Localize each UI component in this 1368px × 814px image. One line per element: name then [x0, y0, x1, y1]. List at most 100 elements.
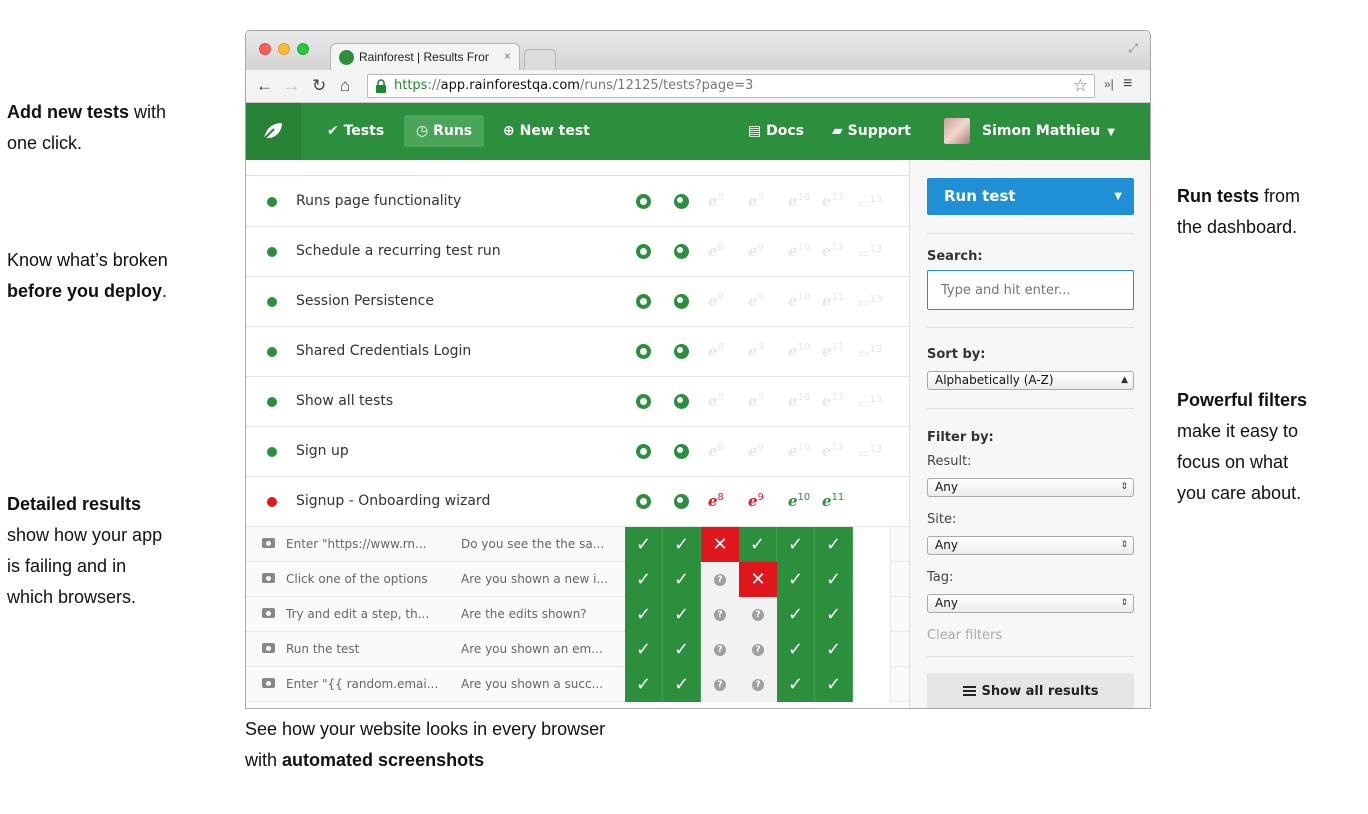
divider — [927, 327, 1134, 328]
sort-select[interactable]: Alphabetically (A-Z) ▲ — [927, 371, 1134, 390]
result-unknown-cell[interactable]: ? — [739, 632, 777, 667]
result-unknown-cell[interactable]: ? — [701, 597, 739, 632]
minimize-window-icon[interactable] — [278, 43, 290, 55]
avatar[interactable] — [944, 118, 970, 144]
site-value: Any — [935, 538, 958, 552]
note-detailed-results: Detailed results show how your app is fa… — [7, 494, 163, 607]
result-pass-cell[interactable]: ✓ — [815, 562, 853, 597]
step-row[interactable]: Try and edit a step, th... Are the edits … — [246, 597, 909, 632]
camera-icon[interactable] — [262, 608, 275, 618]
result-pass-cell[interactable]: ✓ — [663, 667, 701, 702]
nav-runs[interactable]: ◷ Runs — [404, 115, 485, 147]
result-unknown-cell[interactable]: ? — [701, 562, 739, 597]
step-row[interactable]: Enter "https://www.rn... Do you see the t… — [246, 527, 909, 562]
extensions-overflow-icon[interactable]: »| — [1104, 77, 1114, 91]
result-pass-cell[interactable]: ✓ — [777, 632, 815, 667]
step-row[interactable]: Click one of the options Are you shown a … — [246, 562, 909, 597]
nav-support[interactable]: ▰ Support — [820, 115, 923, 147]
url-text: https://app.rainforestqa.com/runs/12125/… — [394, 78, 754, 93]
tag-select[interactable]: Any ⇕ — [927, 594, 1134, 613]
result-pass-cell[interactable]: ✓ — [777, 527, 815, 562]
result-unknown-cell[interactable]: ? — [701, 632, 739, 667]
result-pass-cell[interactable]: ✓ — [625, 667, 663, 702]
camera-icon[interactable] — [262, 573, 275, 583]
result-pass-cell[interactable]: ✓ — [777, 562, 815, 597]
zoom-window-icon[interactable] — [297, 43, 309, 55]
user-menu[interactable]: Simon Mathieu ▼ — [970, 115, 1127, 147]
test-name[interactable]: Runs page functionality — [296, 193, 461, 209]
tab-close-icon[interactable]: × — [504, 49, 511, 63]
camera-icon[interactable] — [262, 538, 275, 548]
result-pass-cell[interactable]: ✓ — [777, 667, 815, 702]
result-empty-cell — [853, 667, 891, 702]
result-pass-cell[interactable]: ✓ — [625, 562, 663, 597]
result-pass-cell[interactable]: ✓ — [815, 667, 853, 702]
test-row[interactable]: Sign up e8 e9 e10 e11 ▭13 — [246, 427, 909, 477]
result-pass-cell[interactable]: ✓ — [815, 632, 853, 667]
search-input[interactable] — [927, 270, 1134, 310]
test-row[interactable]: Session Persistence e8 e9 e10 e11 ▭13 — [246, 277, 909, 327]
camera-icon[interactable] — [262, 678, 275, 688]
note-add-tests: Add new tests with one click. — [7, 102, 167, 153]
result-pass-cell[interactable]: ✓ — [739, 527, 777, 562]
result-unknown-cell[interactable]: ? — [701, 667, 739, 702]
caret-down-icon[interactable]: ▼ — [1114, 178, 1122, 215]
step-row[interactable]: Run the test Are you shown an em... ✓ ✓?? ✓ ✓ — [246, 632, 909, 667]
result-fail-cell[interactable]: ✕ — [739, 562, 777, 597]
ie-icon: e10 — [788, 492, 811, 510]
result-unknown-cell[interactable]: ? — [739, 597, 777, 632]
chrome-icon — [636, 244, 651, 259]
home-icon[interactable]: ⌂ — [340, 76, 350, 96]
result-pass-cell[interactable]: ✓ — [777, 597, 815, 632]
rainforest-logo[interactable] — [246, 103, 301, 160]
test-row[interactable]: Signup - Onboarding wizard e8 e9 e10 e11 — [246, 477, 909, 527]
nav-new-test[interactable]: ⊕ New test — [491, 115, 602, 147]
result-pass-cell[interactable]: ✓ — [815, 527, 853, 562]
result-select[interactable]: Any ⇕ — [927, 478, 1134, 497]
history-icon: ◷ — [416, 123, 434, 139]
test-name[interactable]: Show all tests — [296, 393, 393, 409]
forward-arrow-icon[interactable]: → — [283, 76, 300, 96]
close-window-icon[interactable] — [259, 43, 271, 55]
status-dot-icon — [267, 197, 277, 207]
reload-icon[interactable]: ↻ — [312, 76, 326, 96]
back-arrow-icon[interactable]: ← — [256, 76, 273, 96]
address-bar[interactable]: https://app.rainforestqa.com/runs/12125/… — [367, 74, 1095, 98]
test-row[interactable]: Shared Credentials Login e8 e9 e10 e11 ▭13 — [246, 327, 909, 377]
result-unknown-cell[interactable]: ? — [739, 667, 777, 702]
result-pass-cell[interactable]: ✓ — [625, 527, 663, 562]
new-tab-button[interactable] — [524, 49, 556, 69]
camera-icon[interactable] — [262, 643, 275, 653]
result-pass-cell[interactable]: ✓ — [625, 597, 663, 632]
test-name[interactable]: Shared Credentials Login — [296, 343, 471, 359]
test-name[interactable]: Sign up — [296, 443, 349, 459]
clear-filters-link[interactable]: Clear filters — [927, 628, 1002, 643]
ie-icon: e11 — [822, 242, 845, 260]
nav-docs[interactable]: ▤ Docs — [736, 115, 816, 147]
test-row[interactable]: Show all tests e8 e9 e10 e11 ▭13 — [246, 377, 909, 427]
browser-menu-icon[interactable]: ≡ — [1123, 75, 1132, 93]
result-pass-cell[interactable]: ✓ — [663, 632, 701, 667]
result-pass-cell[interactable]: ✓ — [663, 527, 701, 562]
nav-tests[interactable]: ✔ Tests — [315, 115, 396, 147]
test-name[interactable]: Schedule a recurring test run — [296, 243, 501, 259]
site-select[interactable]: Any ⇕ — [927, 536, 1134, 555]
test-name[interactable]: Signup - Onboarding wizard — [296, 493, 490, 509]
fullscreen-icon[interactable]: ⤢ — [1128, 41, 1138, 56]
status-dot-icon — [267, 247, 277, 257]
show-all-results-button[interactable]: Show all results — [927, 673, 1134, 708]
result-fail-cell[interactable]: ✕ — [701, 527, 739, 562]
test-row[interactable]: Runs page functionality e8 e9 e10 e11 ▭13 — [246, 177, 909, 227]
ie-icon: e9 — [748, 292, 764, 310]
result-pass-cell[interactable]: ✓ — [815, 597, 853, 632]
result-pass-cell[interactable]: ✓ — [663, 562, 701, 597]
test-row[interactable]: Schedule a recurring test run e8 e9 e10 e11 ▭… — [246, 227, 909, 277]
result-pass-cell[interactable]: ✓ — [663, 597, 701, 632]
browser-tab[interactable]: Rainforest | Results From R × — [330, 43, 520, 70]
run-test-button[interactable]: Run test ▼ — [927, 178, 1134, 215]
bookmark-star-icon[interactable]: ☆ — [1073, 76, 1088, 96]
result-pass-cell[interactable]: ✓ — [625, 632, 663, 667]
step-row[interactable]: Enter "{{ random.emai... Are you shown a … — [246, 667, 909, 702]
test-name[interactable]: Session Persistence — [296, 293, 434, 309]
select-arrows-icon: ⇕ — [1120, 482, 1128, 492]
